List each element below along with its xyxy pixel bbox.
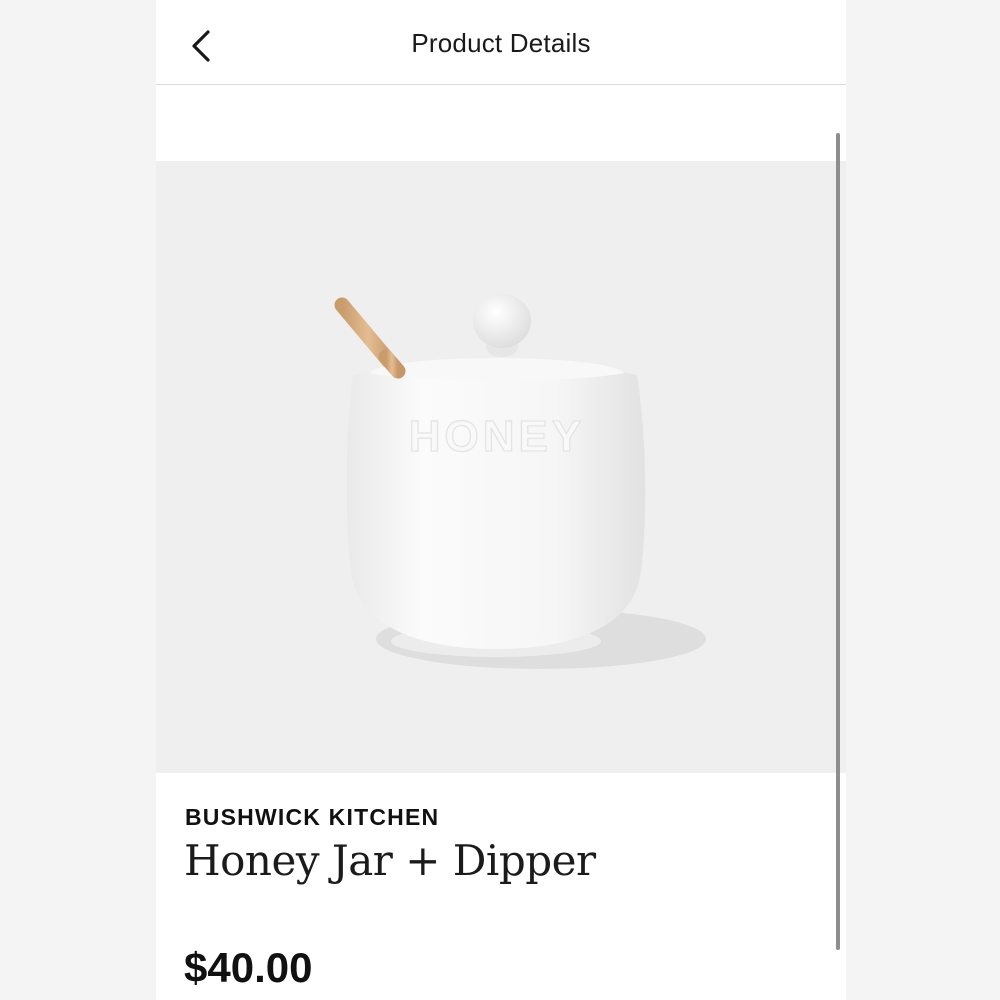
page-title: Product Details <box>411 28 591 58</box>
product-name: Honey Jar + Dipper <box>184 836 596 885</box>
honey-jar-illustration: HONEY <box>334 294 706 669</box>
product-image[interactable]: HONEY <box>156 161 846 773</box>
product-details-screen: Product Details HONEY BUSHWICK KITCHEN H… <box>156 0 846 1000</box>
product-price: $40.00 <box>184 944 313 991</box>
top-nav-bar: Product Details <box>156 0 846 85</box>
jar-body <box>346 364 646 649</box>
jar-embossed-text: HONEY <box>409 412 585 461</box>
scrollbar[interactable] <box>836 133 840 950</box>
brand-name[interactable]: BUSHWICK KITCHEN <box>185 804 439 831</box>
jar-lid <box>370 358 624 381</box>
lid-knob <box>473 294 531 348</box>
